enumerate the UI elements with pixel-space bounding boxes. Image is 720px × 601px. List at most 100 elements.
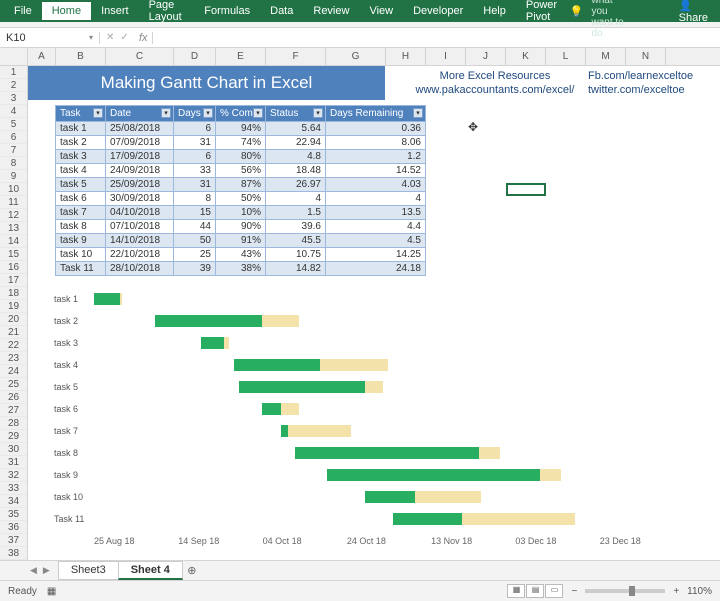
table-cell[interactable]: 17/09/2018 (106, 150, 174, 164)
table-cell[interactable]: 91% (216, 234, 266, 248)
row-header-29[interactable]: 29 (0, 430, 27, 443)
next-sheet-icon[interactable]: ▶ (43, 565, 50, 576)
table-cell[interactable]: task 9 (56, 234, 106, 248)
ribbon-tab-review[interactable]: Review (303, 2, 359, 20)
row-header-1[interactable]: 1 (0, 66, 27, 79)
filter-dropdown-icon[interactable]: ▾ (203, 108, 213, 118)
table-header[interactable]: Days Remaining▾ (326, 106, 426, 122)
ribbon-tab-developer[interactable]: Developer (403, 2, 473, 20)
share-button[interactable]: 👤 Share (679, 0, 708, 24)
table-header[interactable]: Task▾ (56, 106, 106, 122)
filter-dropdown-icon[interactable]: ▾ (161, 108, 171, 118)
table-cell[interactable]: 25 (174, 248, 216, 262)
table-cell[interactable]: 50% (216, 192, 266, 206)
ribbon-tab-help[interactable]: Help (473, 2, 516, 20)
row-header-35[interactable]: 35 (0, 508, 27, 521)
col-header-I[interactable]: I (426, 48, 466, 65)
table-cell[interactable]: 24.18 (326, 262, 426, 276)
ribbon-tab-formulas[interactable]: Formulas (194, 2, 260, 20)
table-row[interactable]: task 914/10/20185091%45.54.5 (56, 234, 426, 248)
table-cell[interactable]: 1.2 (326, 150, 426, 164)
data-table[interactable]: Task▾Date▾Days▾% Com▾Status▾Days Remaini… (55, 105, 426, 276)
row-header-13[interactable]: 13 (0, 222, 27, 235)
table-cell[interactable]: 31 (174, 136, 216, 150)
table-cell[interactable]: task 1 (56, 122, 106, 136)
col-header-J[interactable]: J (466, 48, 506, 65)
ribbon-tab-view[interactable]: View (359, 2, 403, 20)
table-cell[interactable]: 6 (174, 150, 216, 164)
table-header[interactable]: Date▾ (106, 106, 174, 122)
row-header-16[interactable]: 16 (0, 261, 27, 274)
page-break-button[interactable]: ▭ (545, 584, 563, 598)
table-row[interactable]: task 630/09/2018850%44 (56, 192, 426, 206)
row-header-12[interactable]: 12 (0, 209, 27, 222)
table-row[interactable]: task 207/09/20183174%22.948.06 (56, 136, 426, 150)
row-header-7[interactable]: 7 (0, 144, 27, 157)
ribbon-tab-file[interactable]: File (4, 2, 42, 20)
row-header-17[interactable]: 17 (0, 274, 27, 287)
row-header-32[interactable]: 32 (0, 469, 27, 482)
table-cell[interactable]: 4.5 (326, 234, 426, 248)
prev-sheet-icon[interactable]: ◀ (30, 565, 37, 576)
table-cell[interactable]: 28/10/2018 (106, 262, 174, 276)
table-cell[interactable]: 4.03 (326, 178, 426, 192)
table-cell[interactable]: 6 (174, 122, 216, 136)
table-cell[interactable]: 39.6 (266, 220, 326, 234)
table-row[interactable]: Task 1128/10/20183938%14.8224.18 (56, 262, 426, 276)
row-header-22[interactable]: 22 (0, 339, 27, 352)
ribbon-tab-power-pivot[interactable]: Power Pivot (516, 0, 570, 26)
table-cell[interactable]: 33 (174, 164, 216, 178)
table-cell[interactable]: 8.06 (326, 136, 426, 150)
col-header-K[interactable]: K (506, 48, 546, 65)
table-cell[interactable]: 1.5 (266, 206, 326, 220)
table-cell[interactable]: 4 (266, 192, 326, 206)
name-box[interactable]: K10▾ (0, 32, 100, 44)
table-row[interactable]: task 317/09/2018680%4.81.2 (56, 150, 426, 164)
row-header-19[interactable]: 19 (0, 300, 27, 313)
filter-dropdown-icon[interactable]: ▾ (413, 108, 423, 118)
table-cell[interactable]: 44 (174, 220, 216, 234)
row-header-3[interactable]: 3 (0, 92, 27, 105)
table-cell[interactable]: 10% (216, 206, 266, 220)
table-cell[interactable]: 38% (216, 262, 266, 276)
table-header[interactable]: Days▾ (174, 106, 216, 122)
table-cell[interactable]: 26.97 (266, 178, 326, 192)
row-header-18[interactable]: 18 (0, 287, 27, 300)
table-row[interactable]: task 704/10/20181510%1.513.5 (56, 206, 426, 220)
table-cell[interactable]: 14.52 (326, 164, 426, 178)
table-row[interactable]: task 424/09/20183356%18.4814.52 (56, 164, 426, 178)
name-box-dropdown-icon[interactable]: ▾ (89, 33, 93, 42)
row-header-38[interactable]: 38 (0, 547, 27, 560)
row-header-4[interactable]: 4 (0, 105, 27, 118)
col-header-A[interactable]: A (28, 48, 56, 65)
row-header-5[interactable]: 5 (0, 118, 27, 131)
row-header-26[interactable]: 26 (0, 391, 27, 404)
table-cell[interactable]: 80% (216, 150, 266, 164)
table-cell[interactable]: task 7 (56, 206, 106, 220)
col-header-N[interactable]: N (626, 48, 666, 65)
table-cell[interactable]: 94% (216, 122, 266, 136)
table-cell[interactable]: task 4 (56, 164, 106, 178)
col-header-M[interactable]: M (586, 48, 626, 65)
table-cell[interactable]: 10.75 (266, 248, 326, 262)
zoom-level[interactable]: 110% (687, 586, 712, 597)
zoom-slider[interactable] (585, 589, 665, 593)
col-header-E[interactable]: E (216, 48, 266, 65)
select-all-corner[interactable] (0, 48, 28, 65)
zoom-thumb[interactable] (629, 586, 635, 596)
col-header-C[interactable]: C (106, 48, 174, 65)
row-header-28[interactable]: 28 (0, 417, 27, 430)
table-cell[interactable]: 13.5 (326, 206, 426, 220)
zoom-in-button[interactable]: + (673, 586, 679, 597)
table-cell[interactable]: 90% (216, 220, 266, 234)
table-cell[interactable]: 14.82 (266, 262, 326, 276)
table-row[interactable]: task 525/09/20183187%26.974.03 (56, 178, 426, 192)
ribbon-tab-data[interactable]: Data (260, 2, 303, 20)
col-header-H[interactable]: H (386, 48, 426, 65)
table-header[interactable]: Status▾ (266, 106, 326, 122)
row-header-2[interactable]: 2 (0, 79, 27, 92)
table-cell[interactable]: task 8 (56, 220, 106, 234)
table-row[interactable]: task 1022/10/20182543%10.7514.25 (56, 248, 426, 262)
row-header-37[interactable]: 37 (0, 534, 27, 547)
row-header-15[interactable]: 15 (0, 248, 27, 261)
